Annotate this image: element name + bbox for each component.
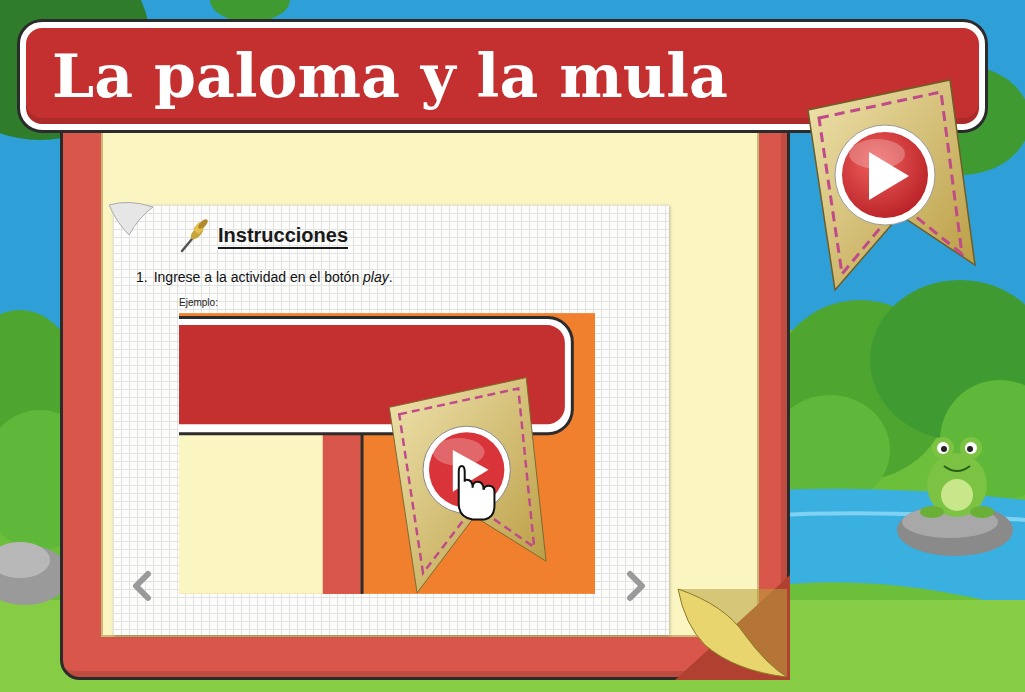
- page-curl-icon[interactable]: [675, 575, 790, 680]
- chevron-left-icon: [128, 570, 158, 602]
- chevron-right-icon: [620, 570, 650, 602]
- instruction-step: 1.Ingrese a la actividad en el botón pla…: [136, 269, 655, 285]
- frog-icon: [897, 437, 1013, 556]
- example-row: [123, 312, 655, 595]
- instructions-note: Instrucciones 1.Ingrese a la actividad en…: [113, 205, 669, 635]
- play-button[interactable]: [805, 78, 977, 294]
- book-page: Instrucciones 1.Ingrese a la actividad en…: [101, 113, 759, 637]
- example-label: Ejemplo:: [179, 297, 655, 308]
- hand-cursor-icon: [458, 466, 494, 520]
- activity-title: La paloma y la mula: [52, 43, 728, 109]
- next-button[interactable]: [615, 569, 655, 603]
- instructions-header: Instrucciones: [178, 219, 655, 253]
- example-screenshot: [179, 312, 596, 595]
- book-frame: Instrucciones 1.Ingrese a la actividad en…: [60, 110, 790, 680]
- game-screen: La paloma y la mula Instrucciones 1.Ingres…: [0, 0, 1025, 692]
- pushpin-icon: [178, 219, 208, 253]
- folded-corner-icon: [109, 199, 161, 239]
- previous-button[interactable]: [123, 569, 163, 603]
- instructions-heading: Instrucciones: [218, 223, 348, 249]
